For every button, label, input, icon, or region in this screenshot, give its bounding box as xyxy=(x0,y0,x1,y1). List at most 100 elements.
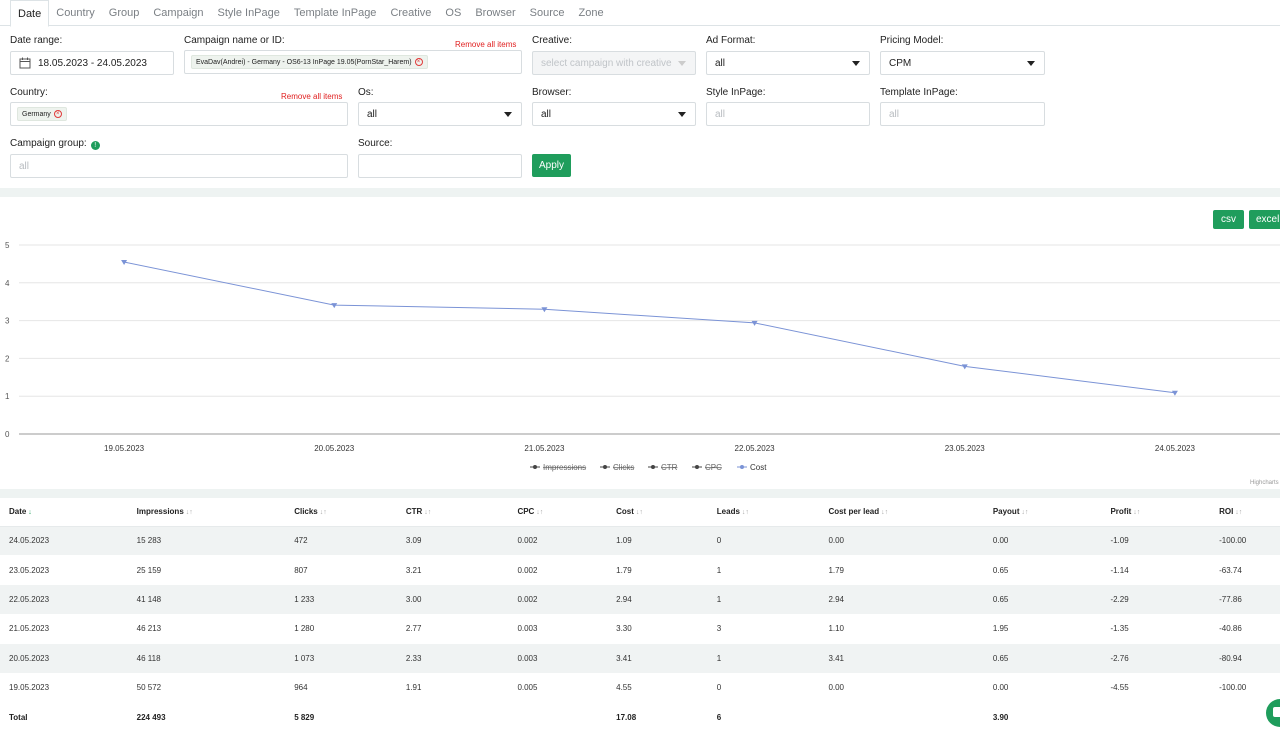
column-header-cost-per-lead[interactable]: Cost per lead ↓↑ xyxy=(819,498,984,527)
column-header-ctr[interactable]: CTR ↓↑ xyxy=(396,498,509,527)
legend-item-cpc[interactable]: CPC xyxy=(705,463,722,472)
campaign-group-input[interactable]: all xyxy=(10,154,348,178)
column-header-label: Date xyxy=(9,507,27,517)
tab-source[interactable]: Source xyxy=(523,0,572,26)
table-cell: 1.95 xyxy=(992,624,1009,634)
date-range-label: Date range: xyxy=(10,35,63,46)
template-inpage-input[interactable]: all xyxy=(880,102,1045,126)
tab-os[interactable]: OS xyxy=(438,0,468,26)
table-cell: 964 xyxy=(294,683,308,693)
campaign-remove-all[interactable]: Remove all items xyxy=(455,40,516,49)
column-header-roi[interactable]: ROI ↓↑ xyxy=(1210,498,1280,527)
column-header-impressions[interactable]: Impressions ↓↑ xyxy=(127,498,286,527)
tab-browser[interactable]: Browser xyxy=(468,0,522,26)
column-header-label: CPC xyxy=(517,507,535,517)
column-header-payout[interactable]: Payout ↓↑ xyxy=(983,498,1102,527)
column-header-label: Payout xyxy=(992,507,1020,517)
legend-marker xyxy=(740,465,744,469)
chevron-down-icon xyxy=(678,112,686,117)
sort-icon: ↓↑ xyxy=(1019,509,1029,517)
table-cell: -80.94 xyxy=(1210,643,1280,673)
ad-format-label: Ad Format: xyxy=(706,35,756,46)
chevron-down-icon xyxy=(504,112,512,117)
legend-item-impressions[interactable]: Impressions xyxy=(543,463,586,472)
tab-country[interactable]: Country xyxy=(49,0,102,26)
country-select[interactable]: Germany × xyxy=(10,102,348,126)
campaign-select[interactable]: EvaDav(Andrei) - Germany - OS6-13 InPage… xyxy=(184,50,522,74)
os-value: all xyxy=(367,108,378,120)
tab-group[interactable]: Group xyxy=(102,0,147,26)
tab-campaign[interactable]: Campaign xyxy=(146,0,210,26)
column-header-label: Cost per lead xyxy=(828,507,880,517)
table-cell: -100.00 xyxy=(1219,683,1247,693)
column-header-clicks[interactable]: Clicks ↓↑ xyxy=(285,498,397,527)
style-inpage-input[interactable]: all xyxy=(706,102,870,126)
table-cell: 0.002 xyxy=(517,565,538,575)
sort-icon: ↓↑ xyxy=(1131,509,1141,517)
chevron-down-icon xyxy=(1027,61,1035,66)
total-cell: Total xyxy=(9,712,28,722)
source-input[interactable] xyxy=(358,154,522,178)
total-cell xyxy=(1101,702,1210,731)
apply-button[interactable]: Apply xyxy=(532,154,571,177)
tab-template-inpage[interactable]: Template InPage xyxy=(287,0,384,26)
chevron-down-icon xyxy=(678,61,686,66)
cost-line-chart: 0 1 2 3 4 5 19.05.2023 20.05.2023 21.05.2023 22.0… xyxy=(5,241,1280,486)
os-select[interactable]: all xyxy=(358,102,522,126)
table-cell: 2.94 xyxy=(819,584,984,615)
table-cell: -40.86 xyxy=(1219,624,1242,634)
legend-item-cost[interactable]: Cost xyxy=(750,463,767,472)
table-cell: 472 xyxy=(285,526,397,556)
chat-icon xyxy=(1273,707,1280,717)
column-header-cost[interactable]: Cost ↓↑ xyxy=(607,498,708,527)
campaign-tag-label: EvaDav(Andrei) - Germany - OS6-13 InPage… xyxy=(196,58,412,66)
table-cell: 0 xyxy=(716,683,722,693)
country-remove-all[interactable]: Remove all items xyxy=(281,92,342,101)
ad-format-select[interactable]: all xyxy=(706,51,870,75)
browser-label: Browser: xyxy=(532,87,572,98)
y-tick-label: 3 xyxy=(5,317,10,326)
tab-date[interactable]: Date xyxy=(10,0,50,27)
os-label: Os: xyxy=(358,87,374,98)
table-cell: 1.10 xyxy=(828,624,845,634)
info-icon[interactable]: ! xyxy=(90,141,100,150)
date-range-input[interactable]: 18.05.2023 - 24.05.2023 xyxy=(10,51,174,75)
sort-icon: ↓↑ xyxy=(879,509,889,517)
legend-item-ctr[interactable]: CTR xyxy=(661,463,678,472)
column-header-cpc[interactable]: CPC ↓↑ xyxy=(508,498,608,527)
sort-icon: ↓↑ xyxy=(422,509,432,517)
column-header-label: Cost xyxy=(616,507,634,517)
chevron-down-icon xyxy=(852,61,860,66)
pricing-model-select[interactable]: CPM xyxy=(880,51,1045,75)
x-tick-label: 22.05.2023 xyxy=(735,444,776,453)
cost-series-line xyxy=(123,261,1175,394)
sort-icon: ↓↑ xyxy=(633,509,643,517)
creative-placeholder: select campaign with creative xyxy=(541,57,672,69)
legend-item-clicks[interactable]: Clicks xyxy=(613,463,634,472)
total-cell xyxy=(397,702,509,731)
table-row: 19.05.2023 50 572 964 1.91 0.005 4.55 0 0.00 0.0… xyxy=(0,673,1280,702)
table-cell: -4.55 xyxy=(1110,683,1129,693)
source-label: Source: xyxy=(358,138,393,149)
x-tick-label: 19.05.2023 xyxy=(104,444,145,453)
table-cell: 1 073 xyxy=(285,643,397,673)
browser-select[interactable]: all xyxy=(532,102,696,126)
chart-credit: Highcharts xyxy=(1250,480,1279,486)
creative-select[interactable]: select campaign with creative xyxy=(532,51,696,75)
remove-tag-icon[interactable]: × xyxy=(53,110,62,118)
column-header-date[interactable]: Date ↓ xyxy=(0,498,128,527)
chat-widget-button[interactable] xyxy=(1266,699,1280,727)
remove-tag-icon[interactable]: × xyxy=(414,58,423,66)
table-cell: 2.77 xyxy=(405,624,422,634)
tab-zone[interactable]: Zone xyxy=(572,0,611,26)
column-header-profit[interactable]: Profit ↓↑ xyxy=(1101,498,1211,527)
campaign-group-label: Campaign group:! xyxy=(10,138,100,150)
tab-creative[interactable]: Creative xyxy=(383,0,438,26)
table-cell: 23.05.2023 xyxy=(9,565,50,575)
column-header-label: CTR xyxy=(405,507,423,517)
table-cell: 0.002 xyxy=(508,526,608,556)
table-cell: 24.05.2023 xyxy=(0,526,128,556)
total-cell: 17.08 xyxy=(616,712,637,722)
column-header-leads[interactable]: Leads ↓↑ xyxy=(707,498,820,527)
tab-style-inpage[interactable]: Style InPage xyxy=(211,0,287,26)
